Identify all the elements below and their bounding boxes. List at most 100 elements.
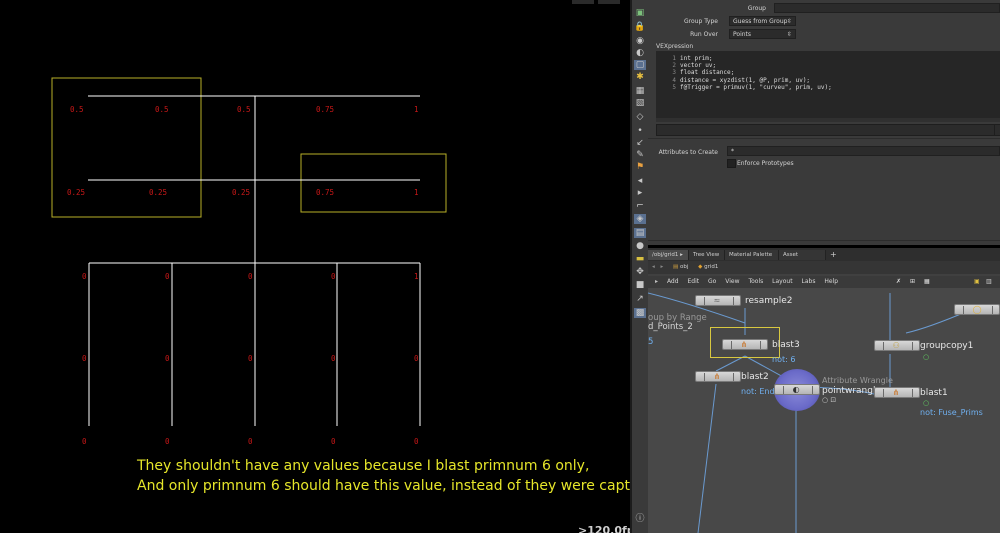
group-type-label: Group Type bbox=[684, 18, 718, 25]
node-type-hint: Attribute Wrangle bbox=[822, 376, 893, 385]
point-label: 1 bbox=[414, 188, 419, 197]
shading-icon[interactable]: ▧ bbox=[634, 98, 646, 108]
menu-help[interactable]: Help bbox=[824, 276, 838, 288]
pencil-icon[interactable]: ✎ bbox=[634, 150, 646, 160]
menu-labs[interactable]: Labs bbox=[801, 276, 815, 288]
node-blast3[interactable]: ⋔ bbox=[722, 339, 768, 350]
node-name: pointwrangle bbox=[822, 386, 881, 396]
curve-lines bbox=[88, 95, 421, 426]
attributes-to-create-label: Attributes to Create bbox=[658, 149, 718, 156]
blast-icon: ⋔ bbox=[740, 340, 748, 349]
menu-edit[interactable]: Edit bbox=[687, 276, 699, 288]
palette-icon[interactable]: ▥ bbox=[986, 276, 992, 288]
wire-icon[interactable]: ◇ bbox=[634, 112, 646, 122]
forward-arrow-icon[interactable]: ▸ bbox=[661, 264, 664, 270]
node-name: blast3 bbox=[772, 340, 800, 350]
editor-resize-handle[interactable] bbox=[656, 118, 1000, 122]
point-label: 0.25 bbox=[149, 188, 167, 197]
sticky-note-icon[interactable]: ▣ bbox=[974, 276, 980, 288]
node-pointwrangle[interactable]: ◐ bbox=[774, 384, 820, 395]
node-groupcopy1[interactable]: ⚇ bbox=[874, 340, 920, 351]
point-label: 1 bbox=[414, 105, 419, 114]
display-icon[interactable]: ◐ bbox=[634, 48, 646, 58]
folder-icon[interactable]: ▬ bbox=[634, 254, 646, 264]
menu-layout[interactable]: Layout bbox=[772, 276, 792, 288]
select-tool-icon[interactable]: ▣ bbox=[634, 8, 646, 18]
grid-icon[interactable]: ▦ bbox=[634, 86, 646, 96]
menu-view[interactable]: View bbox=[725, 276, 739, 288]
network-editor: /obj/grid1 ▸ Tree View ▸ Material Palett… bbox=[648, 248, 1000, 533]
grid-view-icon[interactable]: ▦ bbox=[924, 276, 930, 288]
handle-icon[interactable]: ↗ bbox=[634, 294, 646, 304]
chevron-updown-icon: ⇳ bbox=[786, 18, 792, 25]
menu-go[interactable]: Go bbox=[708, 276, 716, 288]
add-tab-button[interactable]: + bbox=[826, 250, 838, 260]
group-type-select[interactable]: Guess from Group ⇳ bbox=[729, 16, 796, 26]
point-label: 0 bbox=[331, 437, 336, 446]
view-icon[interactable]: ◈ bbox=[634, 214, 646, 224]
point-label: 0.75 bbox=[316, 188, 334, 197]
wrench-icon[interactable]: ✗ bbox=[896, 276, 901, 288]
run-over-select[interactable]: Points ⇳ bbox=[729, 29, 796, 39]
node-blast2[interactable]: ⋔ bbox=[695, 371, 741, 382]
snap-icon[interactable]: ◉ bbox=[634, 36, 646, 46]
info-icon[interactable]: ⓘ bbox=[634, 514, 646, 524]
ruler-icon[interactable]: ▸ bbox=[634, 188, 646, 198]
network-canvas[interactable]: ≈ resample2 oup by Range d_Points_2 5 ⋔ … bbox=[648, 288, 1000, 533]
viewport-geometry: 0.5 0.5 0.5 0.75 1 0.25 0.25 0.25 0.75 1… bbox=[51, 77, 447, 446]
point-label: 0 bbox=[82, 437, 87, 446]
point-label: 0 bbox=[414, 354, 419, 363]
expression-field[interactable] bbox=[656, 124, 996, 136]
menu-add[interactable]: Add bbox=[667, 276, 679, 288]
tab-asset-browser[interactable]: Asset Browser ▸ bbox=[779, 250, 826, 268]
point-label: 0 bbox=[82, 354, 87, 363]
chevron-updown-icon: ⇳ bbox=[786, 31, 792, 38]
transform-icon[interactable]: ✥ bbox=[634, 267, 646, 277]
menu-icon[interactable]: ▸ bbox=[655, 276, 658, 288]
run-over-label: Run Over bbox=[690, 31, 718, 38]
dot-icon[interactable]: ● bbox=[634, 241, 646, 251]
point-label: 0 bbox=[165, 354, 170, 363]
expression-field-button[interactable] bbox=[994, 124, 1000, 136]
node-name: d_Points_2 bbox=[648, 322, 693, 332]
menu-tools[interactable]: Tools bbox=[748, 276, 763, 288]
obj-icon: ▤ bbox=[673, 264, 679, 270]
group-field[interactable] bbox=[774, 3, 1000, 13]
arrow-icon[interactable]: ◂ bbox=[634, 176, 646, 186]
parameter-pane: Group Group Type Guess from Group ⇳ Run … bbox=[648, 0, 1000, 245]
flag-icon[interactable]: ⚑ bbox=[634, 162, 646, 172]
normal-icon[interactable]: ↙ bbox=[634, 138, 646, 148]
light-icon[interactable]: ✱ bbox=[634, 72, 646, 82]
point-label: 0.5 bbox=[70, 105, 84, 114]
path-segment-grid1[interactable]: grid1 bbox=[704, 264, 718, 270]
node-name: blast2 bbox=[741, 372, 769, 382]
point-icon[interactable]: • bbox=[634, 126, 646, 136]
code-line: 4 distance = xyzdist(1, @P, prim, uv); bbox=[672, 76, 811, 84]
status-dot-icon: ○ bbox=[923, 353, 930, 361]
caption-line: They shouldn't have any values because I… bbox=[137, 458, 590, 474]
back-arrow-icon[interactable]: ◂ bbox=[652, 264, 655, 270]
vex-code-editor[interactable]: 1 int prim; 2 vector uv; 3 float distance; … bbox=[656, 51, 1000, 118]
tab-tree-view[interactable]: Tree View ▸ bbox=[689, 250, 725, 268]
path-segment-obj[interactable]: obj bbox=[680, 264, 688, 270]
node-resample2[interactable]: ≈ bbox=[695, 295, 741, 306]
ortho-icon[interactable]: ▤ bbox=[634, 228, 646, 238]
square-icon[interactable]: ■ bbox=[634, 280, 646, 290]
enforce-prototypes-label: Enforce Prototypes bbox=[737, 160, 794, 167]
corner-icon[interactable]: ⌐ bbox=[634, 201, 646, 211]
code-line: 2 vector uv; bbox=[672, 62, 717, 70]
attributes-to-create-field[interactable]: * bbox=[727, 146, 1000, 156]
enforce-prototypes-checkbox[interactable] bbox=[727, 159, 736, 168]
group-type-value: Guess from Group bbox=[733, 18, 788, 25]
image-icon[interactable]: ▩ bbox=[634, 308, 646, 318]
bypass-icon[interactable]: ○ ⊡ bbox=[822, 396, 836, 404]
viewport[interactable]: 0.5 0.5 0.5 0.75 1 0.25 0.25 0.25 0.75 1… bbox=[0, 0, 630, 533]
point-label: 0 bbox=[248, 354, 253, 363]
lock-icon[interactable]: 🔒 bbox=[634, 22, 646, 32]
tab-obj-grid1[interactable]: /obj/grid1 ▸ bbox=[648, 250, 689, 260]
camera-icon[interactable]: ▢ bbox=[634, 60, 646, 70]
node-offscreen[interactable]: ◯ bbox=[954, 304, 1000, 315]
tab-material-palette[interactable]: Material Palette ▸ bbox=[725, 250, 779, 268]
tree-icon[interactable]: ⊞ bbox=[910, 276, 915, 288]
node-blast1[interactable]: ⋔ bbox=[874, 387, 920, 398]
